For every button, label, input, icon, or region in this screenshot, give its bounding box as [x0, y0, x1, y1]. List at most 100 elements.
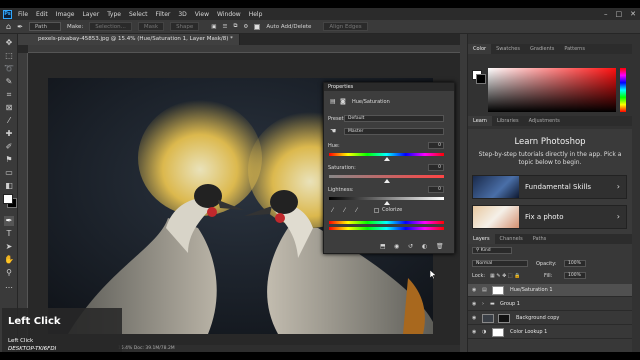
- document-tab[interactable]: pexels-pixabay-45853.jpg @ 15.4% (Hue/Sa…: [18, 34, 240, 45]
- more-tools-icon[interactable]: …: [4, 281, 14, 291]
- menu-file[interactable]: File: [18, 11, 28, 18]
- path-alignment-icon[interactable]: ☰: [223, 24, 228, 30]
- crop-tool-icon[interactable]: ⌗: [4, 90, 14, 100]
- eyedropper-plus-icon[interactable]: ⁄: [344, 207, 345, 214]
- quick-select-tool-icon[interactable]: ✎: [4, 77, 14, 87]
- menu-view[interactable]: View: [195, 11, 209, 18]
- colorize-checkbox[interactable]: [374, 208, 379, 213]
- path-operations-icon[interactable]: ▣: [211, 24, 216, 30]
- saturation-slider-track[interactable]: [329, 175, 444, 178]
- path-selection-tool-icon[interactable]: ➤: [4, 242, 14, 252]
- saturation-value-field[interactable]: 0: [428, 164, 444, 171]
- learn-card-fundamental-skills[interactable]: Fundamental Skills ›: [472, 175, 627, 199]
- color-panel-bg-swatch[interactable]: [476, 74, 486, 84]
- make-mask-button[interactable]: Mask: [137, 22, 165, 31]
- menu-help[interactable]: Help: [249, 11, 263, 18]
- layer-mask-thumbnail[interactable]: [492, 328, 504, 337]
- opacity-field[interactable]: 100%: [564, 260, 586, 267]
- menu-select[interactable]: Select: [129, 11, 148, 18]
- marquee-tool-icon[interactable]: ⬚: [4, 51, 14, 61]
- lasso-tool-icon[interactable]: ➰: [4, 64, 14, 74]
- reset-icon[interactable]: ↺: [408, 243, 413, 250]
- preset-select[interactable]: Default: [344, 115, 444, 122]
- tab-channels[interactable]: Channels: [495, 234, 528, 244]
- saturation-slider-knob[interactable]: [384, 179, 390, 183]
- eraser-tool-icon[interactable]: ▭: [4, 168, 14, 178]
- align-edges-checkbox[interactable]: Align Edges: [323, 22, 368, 31]
- layer-row[interactable]: ◉ ▤ Hue/Saturation 1: [468, 284, 632, 297]
- tab-paths[interactable]: Paths: [528, 234, 552, 244]
- eye-icon[interactable]: ◉: [472, 298, 476, 311]
- eyedropper-icon[interactable]: ⁄: [332, 207, 333, 214]
- learn-card-fix-a-photo[interactable]: Fix a photo ›: [472, 205, 627, 229]
- mask-icon[interactable]: ◙: [340, 98, 346, 105]
- auto-add-delete-checkbox[interactable]: [254, 23, 261, 30]
- channel-select[interactable]: Master: [344, 128, 444, 135]
- delete-icon[interactable]: 🗑: [436, 243, 444, 250]
- minimize-button[interactable]: –: [604, 10, 608, 18]
- tab-gradients[interactable]: Gradients: [525, 44, 559, 54]
- color-picker-field[interactable]: [488, 68, 616, 112]
- view-previous-icon[interactable]: ◉: [394, 243, 399, 250]
- tab-swatches[interactable]: Swatches: [491, 44, 525, 54]
- menu-image[interactable]: Image: [56, 11, 75, 18]
- layer-filter-select[interactable]: ⚲ Kind: [472, 247, 512, 254]
- layer-mask-thumbnail[interactable]: [492, 286, 504, 295]
- menu-type[interactable]: Type: [107, 11, 121, 18]
- layer-mask-thumbnail[interactable]: [498, 314, 510, 323]
- tab-learn[interactable]: Learn: [468, 116, 492, 126]
- menu-3d[interactable]: 3D: [178, 11, 186, 18]
- fill-field[interactable]: 100%: [564, 272, 586, 279]
- hue-slider-knob[interactable]: [384, 157, 390, 161]
- clip-to-layer-icon[interactable]: ⬒: [380, 243, 386, 250]
- type-tool-icon[interactable]: T: [4, 229, 14, 239]
- lightness-slider-track[interactable]: [329, 197, 444, 200]
- move-tool-icon[interactable]: ✥: [4, 38, 14, 48]
- menu-window[interactable]: Window: [217, 11, 241, 18]
- layer-row[interactable]: ◉ › ▬ Group 1: [468, 298, 632, 311]
- stamp-tool-icon[interactable]: ⚑: [4, 155, 14, 165]
- eyedropper-minus-icon[interactable]: ⁄: [356, 207, 357, 214]
- hand-tool-icon[interactable]: ✋: [4, 255, 14, 265]
- settings-gear-icon[interactable]: ⚙: [243, 24, 248, 30]
- eye-icon[interactable]: ◉: [472, 326, 476, 339]
- path-arrangement-icon[interactable]: ⧉: [233, 23, 237, 30]
- tab-libraries[interactable]: Libraries: [492, 116, 524, 126]
- hue-value-field[interactable]: 0: [428, 142, 444, 149]
- targeted-adjustment-hand-icon[interactable]: ☚: [330, 127, 336, 135]
- zoom-tool-icon[interactable]: ⚲: [4, 268, 14, 278]
- lightness-slider-knob[interactable]: [384, 201, 390, 205]
- tab-color[interactable]: Color: [468, 44, 492, 54]
- menu-layer[interactable]: Layer: [82, 11, 99, 18]
- layer-row[interactable]: ◉ Background copy: [468, 312, 632, 325]
- foreground-color-swatch[interactable]: [3, 194, 13, 204]
- home-icon[interactable]: ⌂: [6, 22, 11, 31]
- make-shape-button[interactable]: Shape: [170, 22, 200, 31]
- eye-icon[interactable]: ◉: [472, 312, 476, 325]
- chevron-right-icon[interactable]: ›: [482, 298, 484, 311]
- tab-adjustments[interactable]: Adjustments: [524, 116, 565, 126]
- lightness-value-field[interactable]: 0: [428, 186, 444, 193]
- menu-filter[interactable]: Filter: [156, 11, 171, 18]
- maximize-button[interactable]: □: [616, 10, 623, 18]
- pen-tool-icon[interactable]: ✒: [17, 23, 23, 31]
- eye-icon[interactable]: ◉: [472, 284, 476, 297]
- pen-tool-icon-toolbar[interactable]: ✒: [4, 216, 14, 226]
- lock-icons[interactable]: ▦ ✎ ✥ ⬚ 🔒: [490, 273, 520, 279]
- frame-tool-icon[interactable]: ⊠: [4, 103, 14, 113]
- close-button[interactable]: ✕: [630, 10, 636, 18]
- healing-brush-tool-icon[interactable]: ✚: [4, 129, 14, 139]
- tool-mode-select[interactable]: Path: [28, 22, 61, 31]
- brush-tool-icon[interactable]: ✐: [4, 142, 14, 152]
- menu-edit[interactable]: Edit: [36, 11, 48, 18]
- eyedropper-tool-icon[interactable]: ⁄: [4, 116, 14, 126]
- gradient-tool-icon[interactable]: ◧: [4, 181, 14, 191]
- tab-patterns[interactable]: Patterns: [559, 44, 590, 54]
- visibility-eye-icon[interactable]: ◐: [422, 243, 427, 250]
- blend-mode-select[interactable]: Normal: [472, 260, 528, 267]
- tab-layers[interactable]: Layers: [468, 234, 495, 244]
- make-selection-button[interactable]: Selection...: [89, 22, 132, 31]
- hue-slider-track[interactable]: [329, 153, 444, 156]
- layer-row[interactable]: ◉ ◑ Color Lookup 1: [468, 326, 632, 339]
- hue-spectrum-bar[interactable]: [620, 68, 626, 112]
